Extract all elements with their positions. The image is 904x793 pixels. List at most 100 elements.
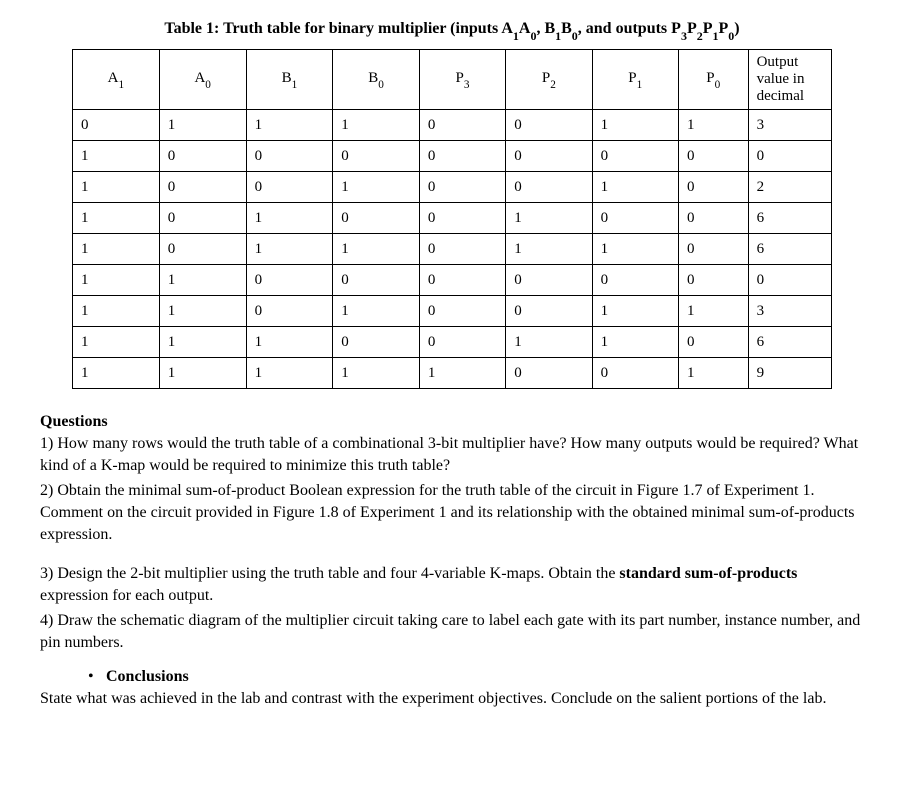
table-cell: 3 (748, 110, 831, 141)
header-a0: A0 (159, 50, 246, 110)
table-cell: 1 (159, 327, 246, 358)
table-cell: 1 (678, 296, 748, 327)
table-cell: 1 (73, 203, 160, 234)
table-cell: 0 (592, 141, 678, 172)
table-cell: 1 (506, 203, 592, 234)
table-cell: 2 (748, 172, 831, 203)
table-cell: 0 (246, 265, 333, 296)
table-cell: 1 (333, 358, 420, 389)
table-cell: 1 (159, 110, 246, 141)
table-cell: 1 (73, 141, 160, 172)
question-2: 2) Obtain the minimal sum-of-product Boo… (40, 480, 864, 545)
table-row: 110100113 (73, 296, 832, 327)
table-cell: 0 (246, 296, 333, 327)
table-cell: 0 (73, 110, 160, 141)
table-cell: 1 (592, 110, 678, 141)
table-cell: 1 (419, 358, 505, 389)
table-cell: 1 (73, 327, 160, 358)
table-cell: 0 (678, 172, 748, 203)
table-cell: 0 (333, 141, 420, 172)
header-p0: P0 (678, 50, 748, 110)
table-cell: 0 (748, 141, 831, 172)
table-cell: 0 (159, 141, 246, 172)
question-4: 4) Draw the schematic diagram of the mul… (40, 610, 864, 653)
table-cell: 1 (333, 296, 420, 327)
table-cell: 1 (246, 358, 333, 389)
table-cell: 0 (419, 172, 505, 203)
table-cell: 0 (419, 110, 505, 141)
bullet-icon: • (88, 668, 106, 686)
header-output-decimal: Outputvalue indecimal (748, 50, 831, 110)
table-cell: 0 (506, 172, 592, 203)
table-cell: 0 (506, 296, 592, 327)
table-cell: 0 (592, 358, 678, 389)
table-row: 100000000 (73, 141, 832, 172)
table-cell: 0 (506, 110, 592, 141)
table-cell: 6 (748, 203, 831, 234)
table-cell: 0 (159, 234, 246, 265)
table-row: 110000000 (73, 265, 832, 296)
table-cell: 0 (748, 265, 831, 296)
table-cell: 1 (592, 327, 678, 358)
table-cell: 1 (333, 234, 420, 265)
table-cell: 1 (678, 110, 748, 141)
table-row: 101001006 (73, 203, 832, 234)
table-cell: 0 (678, 203, 748, 234)
table-cell: 0 (419, 296, 505, 327)
conclusions-text: State what was achieved in the lab and c… (40, 688, 864, 710)
table-cell: 1 (592, 234, 678, 265)
table-cell: 0 (419, 234, 505, 265)
table-cell: 6 (748, 234, 831, 265)
table-cell: 1 (159, 358, 246, 389)
table-row: 101101106 (73, 234, 832, 265)
table-cell: 1 (73, 358, 160, 389)
header-p2: P2 (506, 50, 592, 110)
table-row: 111001106 (73, 327, 832, 358)
table-cell: 1 (246, 234, 333, 265)
table-cell: 1 (159, 265, 246, 296)
table-cell: 0 (678, 234, 748, 265)
table-cell: 0 (159, 203, 246, 234)
table-cell: 1 (246, 327, 333, 358)
table-cell: 0 (419, 141, 505, 172)
table-cell: 1 (333, 110, 420, 141)
table-cell: 0 (333, 265, 420, 296)
question-3: 3) Design the 2-bit multiplier using the… (40, 563, 864, 606)
table-cell: 1 (506, 234, 592, 265)
conclusions-heading: •Conclusions (88, 668, 864, 686)
table-row: 011100113 (73, 110, 832, 141)
table-cell: 1 (592, 172, 678, 203)
table-cell: 1 (159, 296, 246, 327)
truth-table: A1 A0 B1 B0 P3 P2 P1 P0 Outputvalue inde… (72, 49, 832, 389)
table-cell: 0 (592, 265, 678, 296)
table-cell: 9 (748, 358, 831, 389)
table-cell: 0 (419, 203, 505, 234)
table-cell: 0 (159, 172, 246, 203)
table-cell: 1 (678, 358, 748, 389)
table-cell: 0 (419, 327, 505, 358)
table-cell: 0 (592, 203, 678, 234)
table-cell: 0 (506, 141, 592, 172)
table-title: Table 1: Truth table for binary multipli… (40, 20, 864, 41)
table-header-row: A1 A0 B1 B0 P3 P2 P1 P0 Outputvalue inde… (73, 50, 832, 110)
table-cell: 6 (748, 327, 831, 358)
table-cell: 0 (333, 327, 420, 358)
table-cell: 0 (246, 141, 333, 172)
table-cell: 0 (678, 265, 748, 296)
table-cell: 0 (678, 141, 748, 172)
question-1: 1) How many rows would the truth table o… (40, 433, 864, 476)
table-cell: 0 (506, 265, 592, 296)
table-row: 100100102 (73, 172, 832, 203)
table-cell: 1 (73, 172, 160, 203)
table-cell: 1 (333, 172, 420, 203)
table-cell: 0 (506, 358, 592, 389)
table-row: 111110019 (73, 358, 832, 389)
table-cell: 1 (246, 110, 333, 141)
table-cell: 3 (748, 296, 831, 327)
table-cell: 0 (333, 203, 420, 234)
table-cell: 0 (678, 327, 748, 358)
header-p1: P1 (592, 50, 678, 110)
header-b0: B0 (333, 50, 420, 110)
table-cell: 1 (73, 234, 160, 265)
questions-heading: Questions (40, 413, 864, 431)
